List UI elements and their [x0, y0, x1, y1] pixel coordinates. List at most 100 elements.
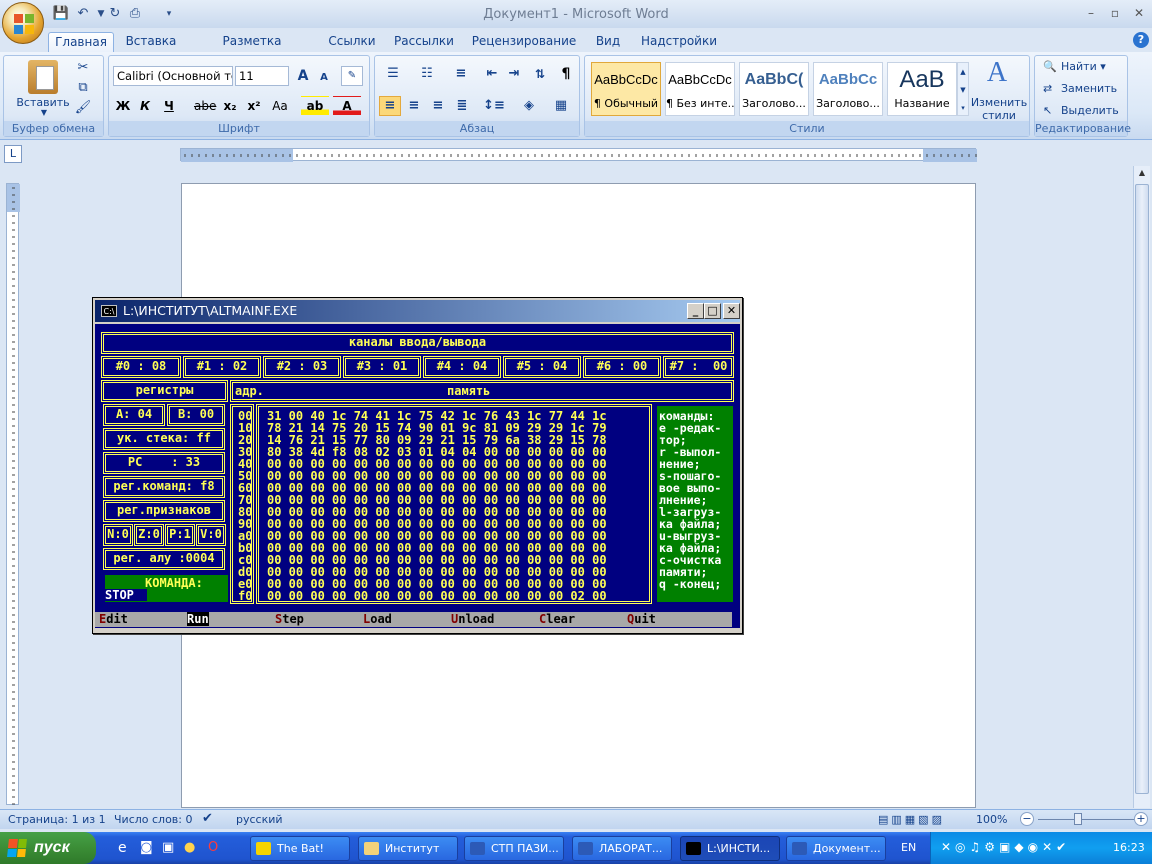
borders-icon[interactable]: ▦ [547, 96, 575, 116]
font-size-combo[interactable]: 11 [235, 66, 289, 86]
vertical-scrollbar[interactable]: ▲ [1133, 166, 1150, 808]
increase-indent-icon[interactable]: ⇥ [503, 64, 525, 84]
taskbar-button[interactable]: ЛАБОРАТ... [572, 836, 672, 861]
close-button[interactable]: ✕ [1128, 6, 1150, 22]
tab-addins[interactable]: Надстройки [638, 32, 720, 52]
outlook-icon[interactable]: ◙ [140, 840, 153, 855]
scroll-up-icon[interactable]: ▲ [1136, 168, 1148, 180]
vertical-ruler[interactable] [6, 183, 20, 805]
grow-font-button[interactable]: A [293, 66, 313, 86]
font-name-combo[interactable]: Calibri (Основной те [113, 66, 233, 86]
start-button[interactable]: пуск [0, 832, 96, 864]
console-menu-item[interactable]: Edit [99, 612, 128, 627]
style-heading-2[interactable]: AaBbCc Заголово... [813, 62, 883, 116]
console-menu-item[interactable]: Step [275, 612, 304, 627]
align-left-icon[interactable]: ≡ [379, 96, 401, 116]
console-minimize-button[interactable]: _ [687, 303, 704, 319]
strikethrough-button[interactable]: abe [193, 96, 217, 116]
proofing-icon[interactable]: ✔ [202, 811, 213, 826]
minimize-button[interactable]: – [1080, 6, 1102, 22]
taskbar-button[interactable]: L:\ИНСТИ... [680, 836, 780, 861]
language-indicator[interactable]: русский [236, 813, 283, 826]
language-bar[interactable]: EN [901, 841, 916, 854]
zoom-slider-thumb[interactable] [1074, 813, 1082, 825]
tab-mailings[interactable]: Рассылки [390, 32, 458, 52]
zoom-level[interactable]: 100% [976, 813, 1007, 826]
tab-selector[interactable]: L [4, 145, 22, 163]
clear-formatting-button[interactable]: ✎ [341, 66, 363, 86]
styles-scroll[interactable]: ▲ ▼ ▾ [957, 62, 969, 116]
horizontal-ruler[interactable] [180, 148, 977, 162]
subscript-button[interactable]: x₂ [219, 96, 241, 116]
style-no-spacing[interactable]: AaBbCcDc ¶ Без инте... [665, 62, 735, 116]
tab-view[interactable]: Вид [590, 32, 626, 52]
multilevel-list-icon[interactable]: ≡ [447, 64, 475, 84]
cut-icon[interactable]: ✂ [74, 60, 92, 75]
copy-icon[interactable]: ⧉ [74, 80, 92, 95]
console-menu-item[interactable]: Unload [451, 612, 494, 627]
decrease-indent-icon[interactable]: ⇤ [481, 64, 503, 84]
zoom-out-icon[interactable]: − [1020, 812, 1034, 826]
change-case-button[interactable]: Aa [267, 96, 293, 116]
console-screen[interactable]: каналы ввода/вывода #0 : 08 #1 : 02 #2 :… [95, 324, 740, 628]
tab-home[interactable]: Главная [48, 32, 114, 52]
taskbar-button[interactable]: СТП ПАЗИ... [464, 836, 564, 861]
font-color-button[interactable]: A [333, 96, 361, 116]
tab-references[interactable]: Ссылки [324, 32, 380, 52]
replace-button[interactable]: ⇄ Заменить [1039, 82, 1123, 95]
office-button[interactable] [2, 2, 44, 44]
page-count[interactable]: Страница: 1 из 1 [8, 813, 106, 826]
zoom-in-icon[interactable]: + [1134, 812, 1148, 826]
align-right-icon[interactable]: ≡ [427, 96, 449, 116]
paste-dropdown-icon[interactable]: ▼ [34, 108, 54, 117]
shading-icon[interactable]: ◈ [515, 96, 543, 116]
zoom-slider[interactable] [1038, 819, 1134, 820]
view-buttons[interactable]: ▤▥▦▧▨ [878, 813, 945, 826]
italic-button[interactable]: К [135, 96, 155, 116]
superscript-button[interactable]: x² [243, 96, 265, 116]
ie-icon[interactable]: e [118, 840, 127, 856]
find-button[interactable]: 🔍 Найти ▾ [1039, 60, 1123, 73]
console-menu-item[interactable]: Run [187, 612, 209, 627]
console-maximize-button[interactable]: □ [704, 303, 721, 319]
show-formatting-button[interactable]: ¶ [555, 64, 577, 84]
numbering-icon[interactable]: ☷ [413, 64, 441, 84]
sort-icon[interactable]: ⇅ [529, 64, 551, 84]
taskbar-button[interactable]: Институт [358, 836, 458, 861]
bullets-icon[interactable]: ☰ [379, 64, 407, 84]
console-menu-item[interactable]: Quit [627, 612, 656, 627]
tab-insert[interactable]: Вставка [120, 32, 182, 52]
tab-page-layout[interactable]: Разметка страницы [190, 32, 314, 66]
help-icon[interactable]: ? [1133, 32, 1149, 48]
console-menu-item[interactable]: Load [363, 612, 392, 627]
word-count[interactable]: Число слов: 0 [114, 813, 193, 826]
style-heading-1-name: Заголово... [742, 97, 806, 110]
justify-icon[interactable]: ≣ [451, 96, 473, 116]
tray-icons[interactable]: ✕◎♫⚙▣◆◉✕✔ [941, 840, 1070, 854]
style-title[interactable]: AaB Название [887, 62, 957, 116]
chrome-icon[interactable]: ● [184, 840, 195, 855]
bold-button[interactable]: Ж [113, 96, 133, 116]
style-heading-1[interactable]: AaBbC( Заголово... [739, 62, 809, 116]
console-window[interactable]: C:\ L:\ИНСТИТУТ\ALTMAINF.EXE _ □ ✕ канал… [92, 297, 743, 634]
taskbar-button[interactable]: Документ... [786, 836, 886, 861]
style-normal[interactable]: AaBbCcDc ¶ Обычный [591, 62, 661, 116]
underline-button[interactable]: Ч [159, 96, 179, 116]
format-painter-icon[interactable]: 🖌 [74, 100, 92, 115]
highlight-icon[interactable]: ab [301, 96, 329, 116]
line-spacing-icon[interactable]: ↕≡ [479, 96, 509, 116]
tab-review[interactable]: Рецензирование [468, 32, 580, 52]
console-menu-item[interactable]: Clear [539, 612, 575, 627]
console-title-bar[interactable]: C:\ L:\ИНСТИТУТ\ALTMAINF.EXE _ □ ✕ [95, 300, 740, 322]
scroll-thumb[interactable] [1135, 184, 1149, 794]
taskbar-button[interactable]: The Bat! [250, 836, 350, 861]
maximize-button[interactable]: ▫ [1104, 6, 1126, 22]
shrink-font-button[interactable]: A [315, 68, 333, 88]
align-center-icon[interactable]: ≡ [403, 96, 425, 116]
memory-rows[interactable]: 31 00 40 1c 74 41 1c 75 42 1c 76 43 1c 7… [267, 410, 607, 602]
opera-icon[interactable]: O [208, 840, 218, 855]
console-close-button[interactable]: ✕ [723, 303, 740, 319]
app-icon[interactable]: ▣ [162, 840, 174, 855]
change-styles-button[interactable]: Изменить стили [969, 96, 1029, 122]
clock[interactable]: 16:23 [1113, 841, 1145, 854]
